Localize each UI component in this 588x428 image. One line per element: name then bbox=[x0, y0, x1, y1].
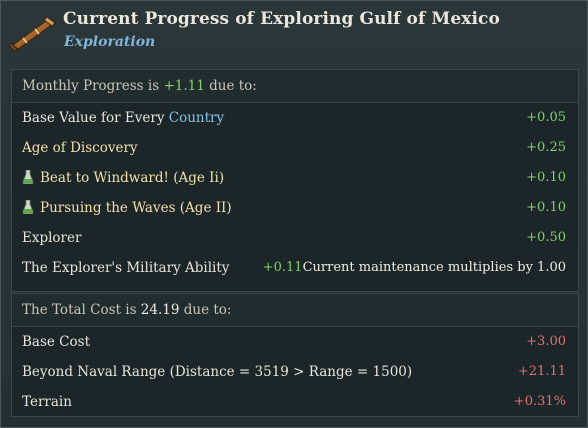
tooltip-header: Current Progress of Exploring Gulf of Me… bbox=[1, 1, 587, 63]
progress-row-label: Beat to Windward! (Age Ii) bbox=[40, 170, 225, 186]
flask-icon bbox=[22, 170, 34, 184]
cost-row: Terrain +0.31% bbox=[12, 387, 578, 417]
progress-row-label: The Explorer's Military Ability bbox=[22, 260, 230, 276]
cost-row-value: +0.31% bbox=[513, 394, 566, 409]
cost-heading: The Total Cost is 24.19 due to: bbox=[12, 294, 578, 327]
progress-row-value: +0.10 bbox=[526, 200, 566, 215]
cost-row-label: Beyond Naval Range (Distance = 3519 > Ra… bbox=[22, 364, 413, 380]
progress-row-label: Explorer bbox=[22, 230, 82, 246]
cost-row-label: Base Cost bbox=[22, 334, 90, 350]
row-label-text: Base Value for Every bbox=[22, 110, 165, 126]
cost-heading-suffix: due to: bbox=[183, 302, 232, 318]
cost-row: Base Cost +3.00 bbox=[12, 327, 578, 357]
progress-row: Explorer +0.50 bbox=[12, 223, 578, 253]
progress-row-value: +0.11 bbox=[262, 260, 303, 275]
progress-heading-suffix: due to: bbox=[209, 78, 257, 94]
cost-row-label: Terrain bbox=[22, 394, 72, 410]
tooltip-title: Current Progress of Exploring Gulf of Me… bbox=[63, 9, 500, 29]
cost-row-value: +3.00 bbox=[526, 334, 566, 349]
country-link[interactable]: Country bbox=[169, 110, 224, 126]
flask-icon bbox=[22, 200, 34, 214]
progress-row-value: +0.10 bbox=[526, 170, 566, 185]
progress-row-label: Pursuing the Waves (Age II) bbox=[40, 200, 232, 216]
cost-row-value: +21.11 bbox=[517, 364, 566, 379]
progress-heading-prefix: Monthly Progress is bbox=[22, 78, 160, 94]
spyglass-icon bbox=[9, 16, 56, 51]
progress-row-value: +0.05 bbox=[526, 110, 566, 125]
cost-heading-prefix: The Total Cost is bbox=[22, 302, 137, 318]
progress-row-value: +0.50 bbox=[526, 230, 566, 245]
progress-section: Monthly Progress is +1.11 due to: Base V… bbox=[11, 69, 579, 292]
cost-section: The Total Cost is 24.19 due to: Base Cos… bbox=[11, 293, 579, 417]
progress-row-label: Base Value for Every Country bbox=[22, 103, 224, 133]
progress-row: Base Value for Every Country +0.05 bbox=[12, 103, 578, 133]
progress-row: Age of Discovery +0.25 bbox=[12, 133, 578, 163]
progress-row-value-group: +0.11Current maintenance multiplies by 1… bbox=[263, 253, 566, 283]
cost-total-value: 24.19 bbox=[140, 302, 180, 318]
progress-row: The Explorer's Military Ability +0.11Cur… bbox=[12, 253, 578, 283]
progress-row-value: +0.25 bbox=[526, 140, 566, 155]
progress-row: Pursuing the Waves (Age II) +0.10 bbox=[12, 193, 578, 223]
tooltip-panel: Current Progress of Exploring Gulf of Me… bbox=[0, 0, 588, 428]
progress-heading: Monthly Progress is +1.11 due to: bbox=[12, 70, 578, 103]
progress-row-label: Age of Discovery bbox=[22, 140, 138, 156]
cost-row: Beyond Naval Range (Distance = 3519 > Ra… bbox=[12, 357, 578, 387]
progress-row: Beat to Windward! (Age Ii) +0.10 bbox=[12, 163, 578, 193]
maintenance-note: Current maintenance multiplies by 1.00 bbox=[302, 260, 566, 275]
tooltip-subtitle: Exploration bbox=[64, 34, 156, 50]
progress-total-value: +1.11 bbox=[163, 78, 205, 94]
